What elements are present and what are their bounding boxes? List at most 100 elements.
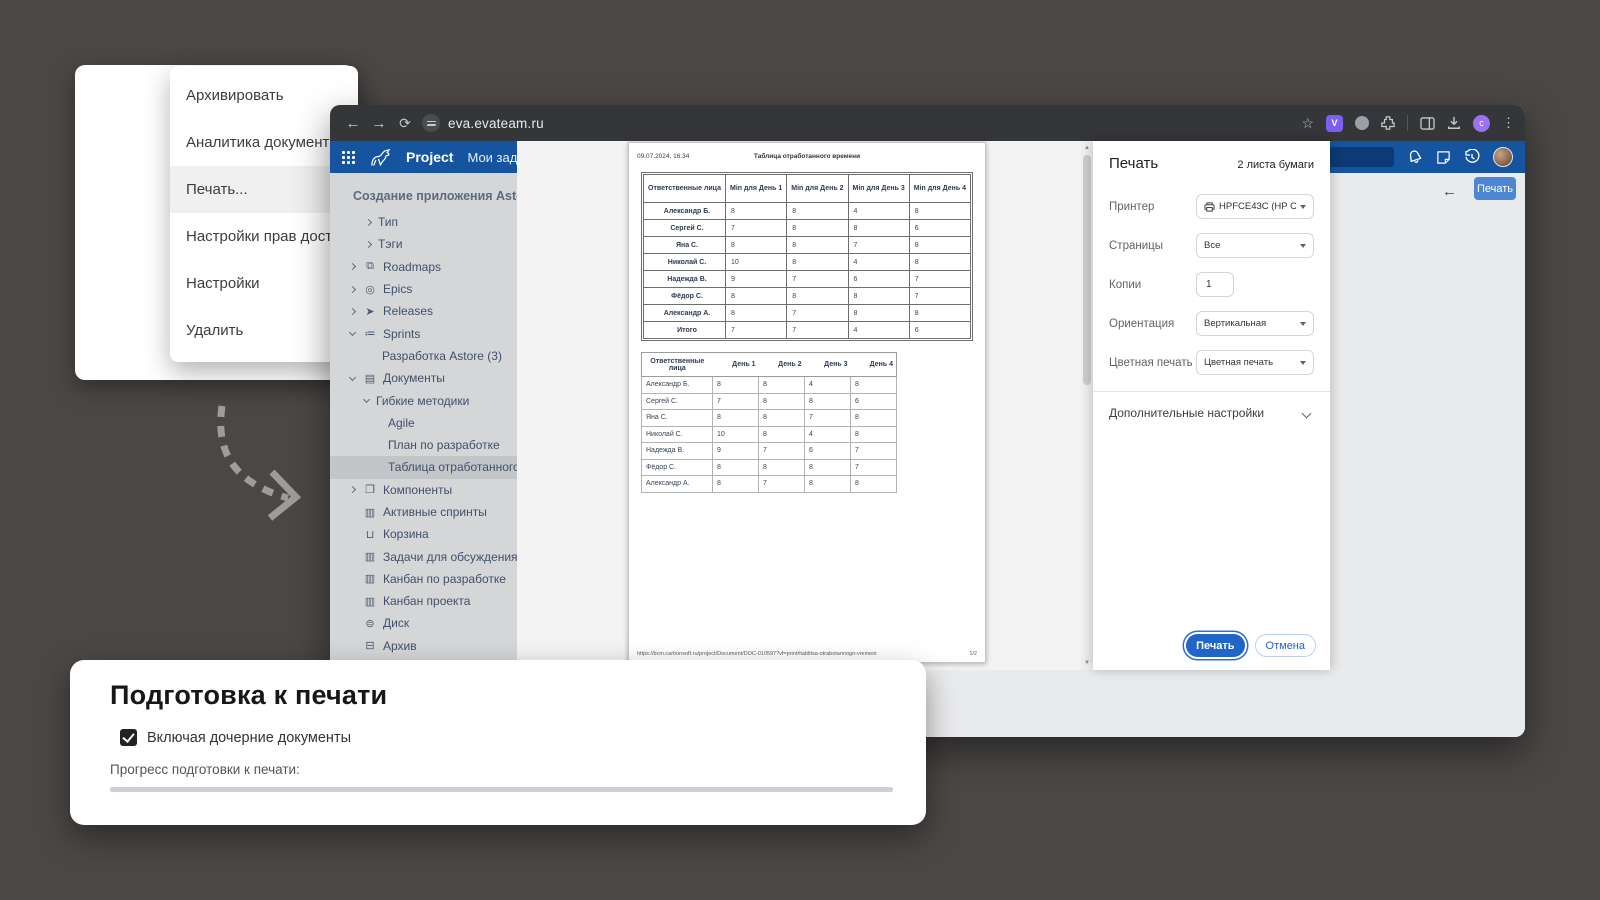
column-header: Min для День 2	[787, 175, 848, 203]
value-cell: 8	[848, 220, 909, 237]
print-preview-area: 09.07.2024, 16:34 Таблица отработанного …	[517, 141, 1093, 670]
page-print-button[interactable]: Печать	[1474, 177, 1516, 200]
notes-icon[interactable]	[1436, 150, 1451, 165]
sidebar-item[interactable]: ▥Канбан по разработке	[330, 568, 517, 590]
include-children-label: Включая дочерние документы	[147, 730, 351, 746]
color-print-select[interactable]: Цветная печать	[1196, 350, 1314, 375]
value-cell: 6	[805, 443, 851, 460]
preview-scrollbar[interactable]: ▲ ▼	[1081, 141, 1093, 670]
address-bar-url[interactable]: eva.evateam.ru	[448, 116, 544, 131]
user-avatar[interactable]	[1493, 147, 1513, 167]
preparation-dialog-title: Подготовка к печати	[110, 680, 926, 711]
extensions-puzzle-icon[interactable]	[1381, 116, 1395, 130]
column-header: День 3	[805, 353, 851, 377]
side-panel-icon[interactable]	[1420, 117, 1435, 130]
sidebar-item[interactable]: Agile	[330, 412, 517, 434]
sidebar-item[interactable]: Тэги	[330, 233, 517, 255]
browser-back-icon[interactable]: ←	[340, 115, 366, 132]
value-cell: 4	[848, 203, 909, 220]
value-cell: 8	[848, 288, 909, 305]
person-name-cell: Яна С.	[644, 237, 726, 254]
scrollbar-thumb[interactable]	[1083, 155, 1091, 385]
sidebar-item[interactable]: ⧉Roadmaps	[330, 256, 517, 278]
orientation-label: Ориентация	[1109, 318, 1174, 330]
value-cell: 7	[909, 271, 970, 288]
site-info-icon[interactable]	[422, 114, 440, 132]
sidebar-item[interactable]: ⊔Корзина	[330, 523, 517, 545]
sidebar-item[interactable]: Разработка Astore (3)	[330, 345, 517, 367]
value-cell: 7	[851, 459, 897, 476]
scroll-down-icon[interactable]: ▼	[1081, 660, 1093, 666]
sidebar-item[interactable]: ◎Epics	[330, 278, 517, 300]
scroll-up-icon[interactable]: ▲	[1081, 145, 1093, 151]
chevron-right-icon[interactable]	[349, 285, 356, 292]
pages-label: Страницы	[1109, 240, 1163, 252]
person-name-cell: Сергей С.	[642, 393, 713, 410]
bookmark-star-icon[interactable]: ☆	[1301, 115, 1314, 132]
chevron-down-icon[interactable]	[349, 374, 356, 381]
sidebar-project-title[interactable]: Создание приложения Astore	[330, 185, 517, 211]
browser-reload-icon[interactable]: ⟳	[392, 115, 418, 132]
value-cell: 7	[787, 322, 848, 339]
value-cell: 8	[759, 393, 805, 410]
sidebar-item[interactable]: ❒Компоненты	[330, 479, 517, 501]
sidebar-item[interactable]: ⊜Диск	[330, 612, 517, 634]
chevron-right-icon[interactable]	[349, 263, 356, 270]
chevron-right-icon[interactable]	[349, 308, 356, 315]
value-cell: 8	[851, 426, 897, 443]
sidebar-item[interactable]: ▥Активные спринты	[330, 501, 517, 523]
dialog-print-button[interactable]: Печать	[1186, 634, 1244, 657]
sidebar-item[interactable]: ➤Releases	[330, 300, 517, 322]
sidebar-item-label: Разработка Astore (3)	[382, 349, 502, 363]
chevron-down-icon[interactable]	[363, 396, 370, 403]
column-header: День 2	[759, 353, 805, 377]
extension-v-icon[interactable]: V	[1326, 115, 1343, 132]
value-cell: 8	[851, 410, 897, 427]
column-header: Min для День 4	[909, 175, 970, 203]
table-row: Яна С.8878	[642, 410, 897, 427]
value-cell: 7	[787, 271, 848, 288]
dialog-cancel-button[interactable]: Отмена	[1255, 634, 1316, 657]
value-cell: 7	[713, 393, 759, 410]
app-launcher-grid-icon[interactable]	[342, 151, 355, 164]
advanced-settings-row[interactable]: Дополнительные настройки	[1109, 406, 1314, 420]
browser-forward-icon[interactable]: →	[366, 115, 392, 132]
pages-select[interactable]: Все	[1196, 233, 1314, 258]
app-product-name[interactable]: Project	[406, 149, 453, 165]
history-icon[interactable]	[1464, 149, 1480, 165]
sidebar-item[interactable]: План по разработке	[330, 434, 517, 456]
chevron-down-icon	[1302, 408, 1312, 418]
chevron-right-icon[interactable]	[365, 241, 372, 248]
sidebar-item[interactable]: ≔Sprints	[330, 322, 517, 344]
page-back-arrow-icon[interactable]: ←	[1442, 183, 1457, 200]
sidebar-item[interactable]: ▥Задачи для обсуждения	[330, 545, 517, 567]
sidebar-item[interactable]: ▤Документы	[330, 367, 517, 389]
value-cell: 8	[851, 377, 897, 394]
sidebar-item[interactable]: ▥Канбан проекта	[330, 590, 517, 612]
browser-menu-kebab-icon[interactable]: ⋮	[1502, 115, 1515, 131]
extension-globe-icon[interactable]	[1355, 116, 1369, 130]
sidebar-item[interactable]: Тип	[330, 211, 517, 233]
page-content-dimmed: ← Печать	[1330, 173, 1525, 737]
include-children-checkbox[interactable]	[120, 729, 137, 746]
orientation-select[interactable]: Вертикальная	[1196, 311, 1314, 336]
sidebar-item[interactable]: ⊟Архив	[330, 635, 517, 657]
value-cell: 7	[805, 410, 851, 427]
evateam-dino-logo[interactable]	[369, 147, 392, 167]
sidebar-item-label: Agile	[388, 416, 415, 430]
color-print-label: Цветная печать	[1109, 357, 1193, 369]
sidebar-item[interactable]: Таблица отработанного времени	[330, 456, 517, 478]
downloads-icon[interactable]	[1447, 116, 1461, 130]
value-cell: 8	[713, 476, 759, 493]
kanban-icon: ▥	[362, 572, 378, 585]
chevron-right-icon[interactable]	[349, 486, 356, 493]
sidebar-item[interactable]: Гибкие методики	[330, 389, 517, 411]
copies-input[interactable]: 1	[1196, 272, 1234, 297]
notifications-bell-icon[interactable]	[1407, 149, 1423, 165]
printer-select[interactable]: HPFCE43C (HP Color Las	[1196, 194, 1314, 219]
browser-profile-avatar[interactable]: c	[1473, 115, 1490, 132]
table-row: Александр Б.8848	[642, 377, 897, 394]
person-name-cell: Итого	[644, 322, 726, 339]
chevron-right-icon[interactable]	[365, 219, 372, 226]
chevron-down-icon[interactable]	[349, 329, 356, 336]
